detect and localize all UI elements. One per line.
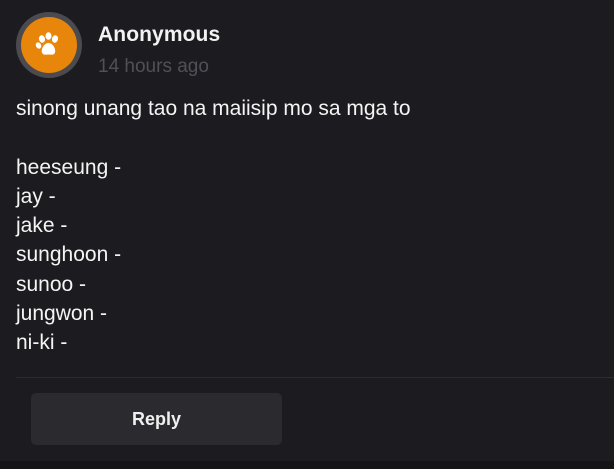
- divider: [16, 377, 614, 378]
- author-name[interactable]: Anonymous: [98, 23, 220, 47]
- post-line: sinong unang tao na maiisip mo sa mga to: [16, 97, 411, 120]
- avatar[interactable]: [16, 12, 82, 78]
- post-line: jungwon -: [16, 302, 108, 326]
- post-line: heeseung -: [16, 155, 122, 179]
- post-line: [16, 123, 596, 152]
- post-line: sunoo -: [16, 272, 87, 296]
- paw-icon: [35, 32, 59, 55]
- post-timestamp: 14 hours ago: [98, 56, 209, 77]
- post-line: jay -: [16, 184, 56, 208]
- bottom-bar: [0, 461, 614, 469]
- post-line: ni-ki -: [16, 331, 68, 355]
- avatar-circle: [21, 17, 77, 73]
- post-header: Anonymous 14 hours ago: [16, 12, 576, 78]
- post-card: Anonymous 14 hours ago sinong unang tao …: [0, 0, 614, 469]
- post-body: sinong unang tao na maiisip mo sa mga to…: [16, 94, 596, 358]
- reply-button[interactable]: Reply: [31, 393, 282, 445]
- post-line: jake -: [16, 214, 68, 238]
- post-line: sunghoon -: [16, 243, 122, 267]
